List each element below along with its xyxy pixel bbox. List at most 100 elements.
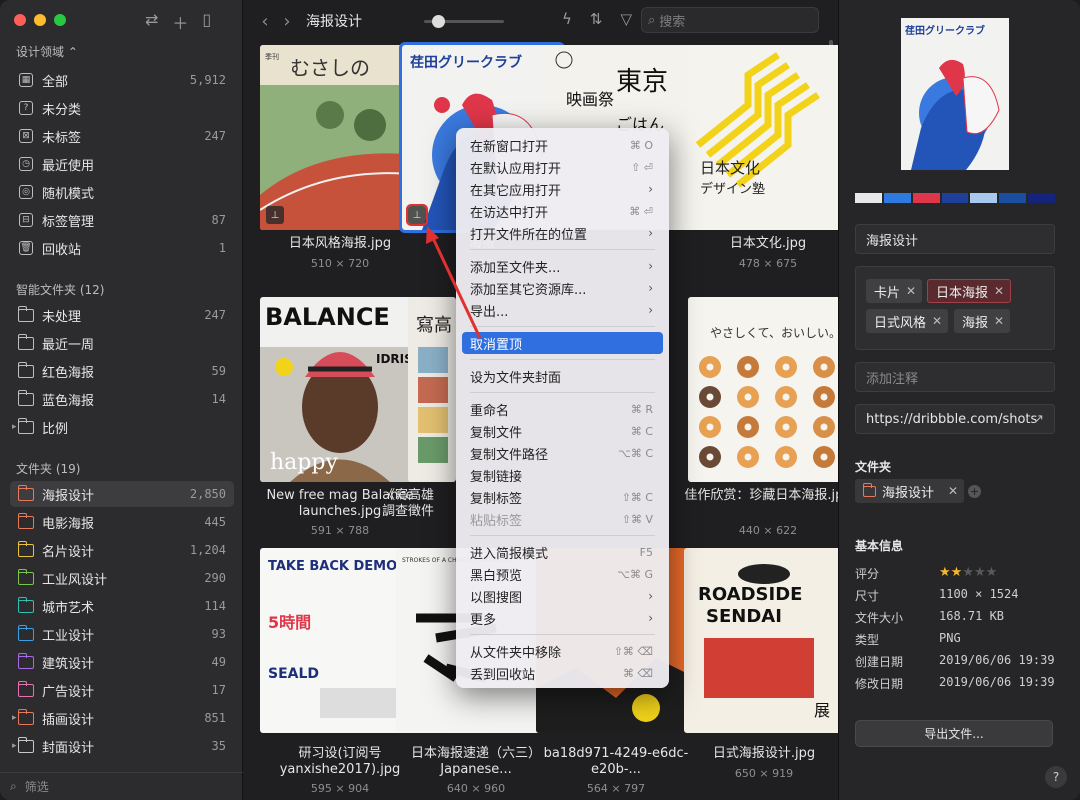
palette-swatch[interactable] xyxy=(970,193,998,203)
remove-tag-icon[interactable]: ✕ xyxy=(906,284,916,298)
tag-chip[interactable]: 日本海报 ✕ xyxy=(927,279,1012,303)
tags-field[interactable]: 卡片 ✕ 日本海报 ✕ 日式风格 ✕ 海报 ✕ xyxy=(855,266,1055,350)
url-field[interactable]: https://dribbble.com/shots ↗ xyxy=(855,404,1055,434)
smart-folder-item[interactable]: ▸ 比例 xyxy=(10,414,234,440)
context-menu-item[interactable]: 在访达中打开 ⌘ ⏎ xyxy=(462,200,663,222)
thumbnail[interactable]: むさしの 季刊 ⊥ xyxy=(260,45,420,230)
context-menu-item[interactable]: 在默认应用打开 ⇧ ⏎ xyxy=(462,156,663,178)
thumbnail[interactable]: 寫高 xyxy=(408,297,456,482)
disclosure-triangle-icon[interactable]: ▸ xyxy=(12,741,17,751)
star-icon[interactable]: ★ xyxy=(962,565,974,580)
filter-icon[interactable]: ▽ xyxy=(620,10,632,28)
context-menu-item[interactable]: 打开文件所在的位置 › xyxy=(462,222,663,244)
context-menu-item[interactable]: 复制文件路径 ⌥⌘ C xyxy=(462,442,663,464)
star-icon[interactable]: ★ xyxy=(951,565,963,580)
folder-item[interactable]: 电影海报 445 xyxy=(10,509,234,535)
context-menu-item[interactable]: 添加至其它资源库... › xyxy=(462,277,663,299)
folder-item[interactable]: 城市艺术 114 xyxy=(10,593,234,619)
folder-chip[interactable]: 海报设计 ✕ xyxy=(855,479,965,503)
thumbnail[interactable]: BALANCE happy IDRIS xyxy=(260,297,420,482)
smart-folder-item[interactable]: 最近一周 xyxy=(10,330,234,356)
context-menu-item[interactable]: 从文件夹中移除 ⇧⌘ ⌫ xyxy=(462,640,663,662)
folder-item[interactable]: 名片设计 1,204 xyxy=(10,537,234,563)
palette-swatch[interactable] xyxy=(999,193,1027,203)
zoom-slider[interactable] xyxy=(424,15,504,28)
context-menu-item[interactable]: 以图搜图 › xyxy=(462,585,663,607)
folder-item[interactable]: 工业风设计 290 xyxy=(10,565,234,591)
folder-item[interactable]: 广告设计 17 xyxy=(10,677,234,703)
color-palette[interactable] xyxy=(855,193,1056,203)
remove-tag-icon[interactable]: ✕ xyxy=(932,314,942,328)
rating-stars[interactable]: ★★★★★ xyxy=(939,565,997,582)
tag-chip[interactable]: 卡片 ✕ xyxy=(866,279,923,303)
zoom-window-button[interactable] xyxy=(54,14,66,26)
context-menu-item[interactable]: 复制标签 ⇧⌘ C xyxy=(462,486,663,508)
forward-icon[interactable]: › xyxy=(276,11,298,32)
tag-chip[interactable]: 日式风格 ✕ xyxy=(866,309,949,333)
sidebar-item[interactable]: ▦ 全部 5,912 xyxy=(10,67,234,93)
smart-folder-item[interactable]: 红色海报 59 xyxy=(10,358,234,384)
pin-icon[interactable]: ⊥ xyxy=(266,206,284,224)
context-menu-item[interactable]: 添加至文件夹... › xyxy=(462,255,663,277)
sidebar-item[interactable]: ? 未分类 xyxy=(10,95,234,121)
context-menu-item[interactable]: 进入简报模式 F5 xyxy=(462,541,663,563)
sort-icon[interactable]: ⇅ xyxy=(590,10,603,28)
context-menu-item[interactable]: 更多 › xyxy=(462,607,663,629)
context-menu-item[interactable]: 设为文件夹封面 xyxy=(462,365,663,387)
remove-tag-icon[interactable]: ✕ xyxy=(994,284,1004,298)
smart-folder-item[interactable]: 蓝色海报 14 xyxy=(10,386,234,412)
open-link-icon[interactable]: ↗ xyxy=(1033,412,1044,427)
context-menu-item[interactable]: 复制链接 xyxy=(462,464,663,486)
sidebar-item[interactable]: ⊠ 未标签 247 xyxy=(10,123,234,149)
disclosure-triangle-icon[interactable]: ▸ xyxy=(12,422,17,432)
note-field[interactable]: 添加注释 xyxy=(855,362,1055,392)
folder-item[interactable]: 工业设计 93 xyxy=(10,621,234,647)
context-menu-item[interactable]: 取消置顶 xyxy=(462,332,663,354)
palette-swatch[interactable] xyxy=(883,193,911,203)
context-menu-item[interactable]: 粘贴标签 ⇧⌘ V xyxy=(462,508,663,530)
thumbnail[interactable]: 日本文化 デザイン塾 xyxy=(688,45,848,230)
sidebar-item[interactable]: ⊟ 标签管理 87 xyxy=(10,207,234,233)
palette-swatch[interactable] xyxy=(941,193,969,203)
back-icon[interactable]: ‹ xyxy=(254,11,276,32)
pin-icon[interactable]: ⊥ xyxy=(406,204,428,226)
search-input[interactable]: ⌕ 搜索 xyxy=(641,7,819,33)
palette-swatch[interactable] xyxy=(912,193,940,203)
library-switcher[interactable]: 设计领域 ⌃ xyxy=(16,43,78,60)
context-menu-item[interactable]: 复制文件 ⌘ C xyxy=(462,420,663,442)
zoom-slider-knob[interactable] xyxy=(432,15,445,28)
remove-folder-icon[interactable]: ✕ xyxy=(948,484,958,498)
context-menu-item[interactable]: 在新窗口打开 ⌘ O xyxy=(462,134,663,156)
close-window-button[interactable] xyxy=(14,14,26,26)
remove-tag-icon[interactable]: ✕ xyxy=(994,314,1004,328)
name-field[interactable]: 海报设计 xyxy=(855,224,1055,254)
context-menu-item[interactable]: 重命名 ⌘ R xyxy=(462,398,663,420)
folder-item[interactable]: 海报设计 2,850 xyxy=(10,481,234,507)
star-icon[interactable]: ★ xyxy=(986,565,998,580)
sidebar-item[interactable]: ◎ 随机模式 xyxy=(10,179,234,205)
disclosure-triangle-icon[interactable]: ▸ xyxy=(12,713,17,723)
context-menu-item[interactable]: 在其它应用打开 › xyxy=(462,178,663,200)
thumbnail[interactable]: やさしくて、おいしい。 xyxy=(688,297,848,482)
add-folder-icon[interactable]: + xyxy=(968,485,981,498)
add-icon[interactable]: ＋ xyxy=(172,10,188,34)
filter-input[interactable]: 筛选 xyxy=(25,778,49,795)
folder-item[interactable]: ▸ 插画设计 851 xyxy=(10,705,234,731)
sidebar-toggle-icon[interactable]: ▯ xyxy=(202,10,211,34)
minimize-window-button[interactable] xyxy=(34,14,46,26)
palette-swatch[interactable] xyxy=(1028,193,1056,203)
sidebar-item[interactable]: ◷ 最近使用 xyxy=(10,151,234,177)
export-button[interactable]: 导出文件... xyxy=(855,720,1053,747)
shuffle-icon[interactable]: ⇄ xyxy=(145,10,158,34)
context-menu-item[interactable]: 丢到回收站 ⌘ ⌫ xyxy=(462,662,663,684)
palette-swatch[interactable] xyxy=(855,193,882,203)
lightning-icon[interactable]: ϟ xyxy=(562,10,572,28)
context-menu-item[interactable]: 导出... › xyxy=(462,299,663,321)
thumbnail[interactable]: ROADSIDE SENDAI 展 xyxy=(684,548,844,733)
tag-chip[interactable]: 海报 ✕ xyxy=(954,309,1011,333)
context-menu-item[interactable]: 黑白预览 ⌥⌘ G xyxy=(462,563,663,585)
help-icon[interactable]: ? xyxy=(1045,766,1067,788)
star-icon[interactable]: ★ xyxy=(974,565,986,580)
sidebar-item[interactable]: 🗑 回收站 1 xyxy=(10,235,234,261)
folder-item[interactable]: 建筑设计 49 xyxy=(10,649,234,675)
